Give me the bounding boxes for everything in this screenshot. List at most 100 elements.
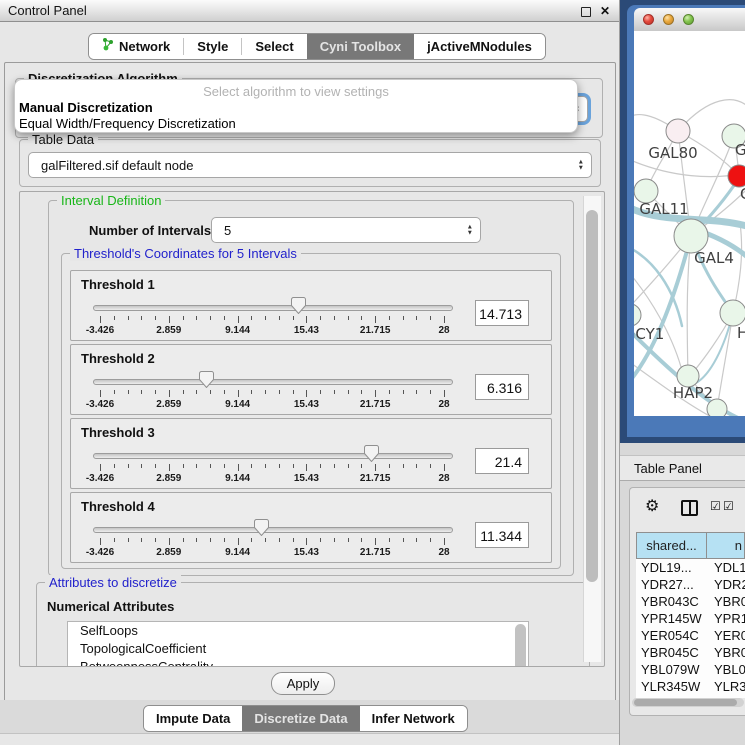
table-cell[interactable]: YDR2 (707, 576, 745, 593)
slider-scale-label: 9.144 (213, 399, 263, 410)
table-cell[interactable]: YER0 (707, 627, 745, 644)
minimize-window-icon[interactable] (663, 14, 674, 25)
network-view-canvas[interactable]: GAL80GCGAL11GAL4GCY1HHAP2 (634, 31, 745, 416)
close-window-icon[interactable] (643, 14, 654, 25)
list-item[interactable]: SelfLoops (68, 622, 528, 640)
column-header-shared-name[interactable]: shared... (636, 532, 707, 559)
slider-tick (141, 464, 142, 468)
table-cell[interactable]: YBR043C (636, 593, 707, 610)
tab-impute-data[interactable]: Impute Data (144, 706, 242, 731)
slider-track[interactable] (93, 305, 453, 311)
table-cell[interactable]: YPR145W (636, 610, 707, 627)
slider-tick (265, 464, 266, 468)
table-row[interactable]: YBR045CYBR0 (636, 644, 745, 661)
table-cell[interactable]: YBR0 (707, 593, 745, 610)
network-node-label: C (740, 185, 745, 203)
table-cell[interactable]: YLR345W (636, 678, 707, 695)
table-cell[interactable]: YDL19... (636, 559, 707, 576)
numerical-attributes-list[interactable]: SelfLoops TopologicalCoefficient Between… (67, 621, 529, 667)
slider-tick (251, 390, 252, 394)
network-node[interactable] (666, 119, 690, 143)
slider-tick (306, 316, 307, 323)
tab-select[interactable]: Select (242, 34, 306, 59)
slider-tick (210, 316, 211, 320)
network-node-selected[interactable] (728, 165, 745, 187)
tab-cyni-toolbox[interactable]: Cyni Toolbox (307, 34, 414, 59)
network-node-label: HAP2 (673, 384, 713, 402)
threshold-value-field[interactable]: 11.344 (475, 522, 529, 548)
slider-tick (238, 464, 239, 471)
slider-thumb[interactable] (254, 519, 269, 536)
network-node[interactable] (720, 300, 745, 326)
slider-thumb[interactable] (291, 297, 306, 314)
tab-network[interactable]: Network (89, 34, 183, 59)
table-row[interactable]: YER054CYER0 (636, 627, 745, 644)
tab-infer-network[interactable]: Infer Network (360, 706, 467, 731)
slider-tick (114, 464, 115, 468)
number-of-intervals-combobox[interactable]: 5 ▲▼ (211, 217, 481, 243)
table-cell[interactable]: YBL079W (636, 661, 707, 678)
slider-thumb[interactable] (364, 445, 379, 462)
number-of-intervals-value: 5 (224, 223, 231, 238)
slider-tick (416, 538, 417, 542)
threshold-value-field[interactable]: 21.4 (475, 448, 529, 474)
threshold-value-field[interactable]: 6.316 (475, 374, 529, 400)
settings-scrollbar-thumb[interactable] (586, 210, 598, 582)
zoom-window-icon[interactable] (683, 14, 694, 25)
slider-tick (389, 464, 390, 468)
table-data-combobox[interactable]: galFiltered.sif default node ▲▼ (28, 152, 592, 178)
slider-track[interactable] (93, 379, 453, 385)
slider-thumb[interactable] (199, 371, 214, 388)
table-cell[interactable]: YBR045C (636, 644, 707, 661)
list-item[interactable]: BetweennessCentrality (68, 658, 528, 667)
table-row[interactable]: YDL19...YDL1 (636, 559, 745, 576)
list-scrollbar[interactable] (515, 624, 526, 667)
dropdown-option-equal-width[interactable]: Equal Width/Frequency Discretization (15, 116, 577, 132)
close-panel-icon[interactable]: ✕ (600, 4, 610, 18)
list-item[interactable]: TopologicalCoefficient (68, 640, 528, 658)
checkbox-icon[interactable]: ☑ (723, 499, 734, 513)
dropdown-option-manual-discretization[interactable]: Manual Discretization (15, 100, 577, 116)
slider-track[interactable] (93, 453, 453, 459)
tab-discretize-data[interactable]: Discretize Data (242, 706, 359, 731)
table-cell[interactable]: YPR1 (707, 610, 745, 627)
table-cell[interactable]: YBL0 (707, 661, 745, 678)
split-columns-icon[interactable] (681, 500, 698, 516)
checkbox-icon[interactable]: ☑ (710, 499, 721, 513)
slider-tick (320, 538, 321, 542)
slider-tick (155, 390, 156, 394)
slider-tick (389, 538, 390, 542)
settings-gear-icon[interactable]: ⚙ (645, 497, 659, 517)
table-panel-titlebar: Table Panel (620, 455, 745, 481)
float-window-icon[interactable] (581, 7, 591, 17)
apply-button[interactable]: Apply (271, 672, 335, 695)
table-row[interactable]: YLR345WYLR3 (636, 678, 745, 695)
network-node[interactable] (674, 219, 708, 253)
table-row[interactable]: YBL079WYBL0 (636, 661, 745, 678)
threshold-value-field[interactable]: 14.713 (475, 300, 529, 326)
slider-tick (348, 390, 349, 394)
slider-scale-label: 28 (419, 547, 469, 558)
slider-tick (320, 464, 321, 468)
table-horizontal-scrollbar-thumb[interactable] (634, 699, 737, 706)
settings-scroll-area: Interval Definition Number of Intervals … (19, 191, 605, 667)
slider-track[interactable] (93, 527, 453, 533)
slider-scale-label: 15.43 (281, 325, 331, 336)
column-header-name[interactable]: n (707, 532, 745, 559)
table-row[interactable]: YPR145WYPR1 (636, 610, 745, 627)
slider-tick (114, 390, 115, 394)
tab-style[interactable]: Style (184, 34, 241, 59)
settings-scrollbar[interactable] (583, 196, 601, 662)
table-cell[interactable]: YDL1 (707, 559, 745, 576)
table-cell[interactable]: YDR27... (636, 576, 707, 593)
table-row[interactable]: YBR043CYBR0 (636, 593, 745, 610)
network-node-label: GCY1 (634, 325, 664, 343)
table-row[interactable]: YDR27...YDR2 (636, 576, 745, 593)
table-cell[interactable]: YBR0 (707, 644, 745, 661)
tab-jactivemnodules[interactable]: jActiveMNodules (414, 34, 545, 59)
table-horizontal-scrollbar[interactable] (632, 698, 744, 707)
table-cell[interactable]: YER054C (636, 627, 707, 644)
network-node[interactable] (634, 304, 641, 326)
slider-tick (196, 464, 197, 468)
table-cell[interactable]: YLR3 (707, 678, 745, 695)
